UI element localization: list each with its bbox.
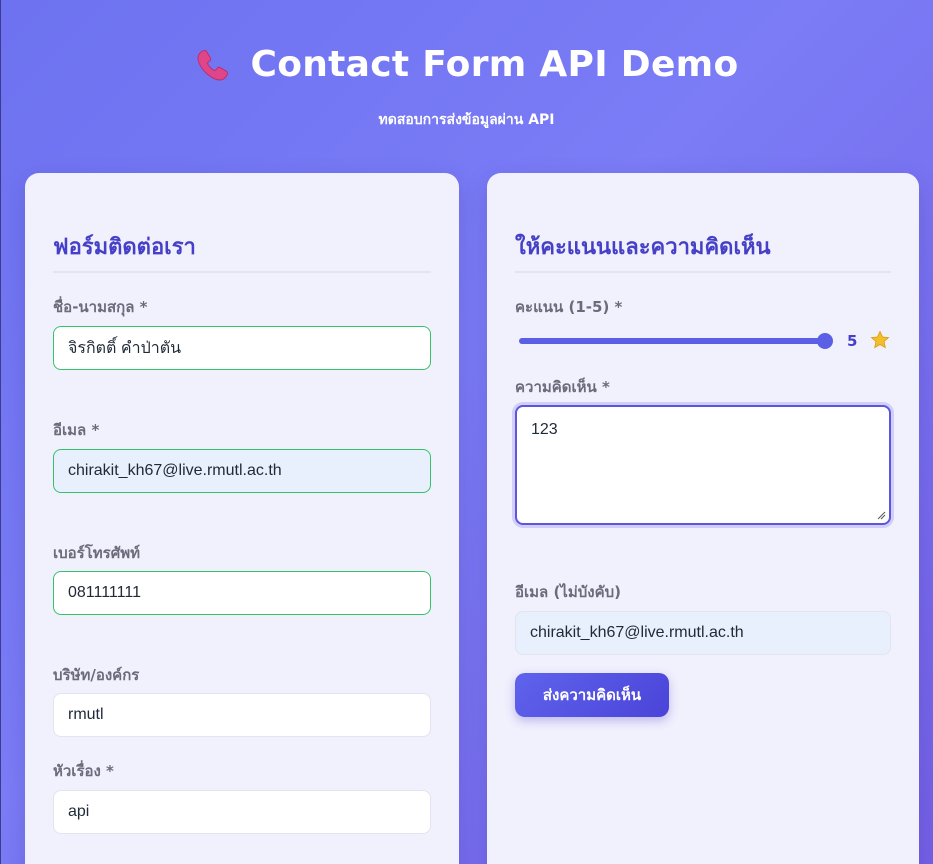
comment-textarea[interactable]: 123 bbox=[515, 405, 891, 525]
email-label: อีเมล * bbox=[53, 421, 100, 439]
feedback-email-input[interactable]: chirakit_kh67@live.rmutl.ac.th bbox=[515, 611, 891, 655]
phone-input[interactable]: 081111111 bbox=[53, 571, 431, 615]
rating-label: คะแนน (1-5) * bbox=[515, 298, 623, 316]
comment-textarea-value: 123 bbox=[531, 421, 558, 438]
submit-feedback-button[interactable]: ส่งความคิดเห็น bbox=[515, 673, 669, 717]
company-input[interactable]: rmutl bbox=[53, 693, 431, 737]
name-input-value: จิรกิตติ์ คำป่าตัน bbox=[68, 339, 182, 357]
contact-form-title: ฟอร์มติดต่อเรา bbox=[53, 235, 196, 260]
subject-input[interactable]: api bbox=[53, 790, 431, 834]
contact-form-card: ฟอร์มติดต่อเรา ชื่อ-นามสกุล * จิรกิตติ์ … bbox=[25, 173, 459, 864]
company-label: บริษัท/องค์กร bbox=[53, 666, 140, 684]
phone-input-value: 081111111 bbox=[68, 584, 141, 601]
subject-input-value: api bbox=[68, 803, 90, 820]
divider bbox=[515, 271, 891, 273]
feedback-form-title: ให้คะแนนและความคิดเห็น bbox=[515, 235, 771, 260]
feedback-email-input-value: chirakit_kh67@live.rmutl.ac.th bbox=[530, 624, 744, 641]
rating-slider[interactable]: 5 bbox=[515, 329, 891, 353]
star-icon bbox=[870, 330, 890, 349]
divider bbox=[53, 271, 431, 273]
rating-value: 5 bbox=[847, 332, 858, 350]
phone-label: เบอร์โทรศัพท์ bbox=[53, 544, 141, 562]
title-row: Contact Form API Demo bbox=[0, 44, 933, 85]
resize-grip-icon[interactable] bbox=[876, 510, 886, 520]
feedback-email-label: อีเมล (ไม่บังคับ) bbox=[515, 583, 621, 601]
rating-slider-thumb[interactable] bbox=[817, 333, 833, 349]
email-input-value: chirakit_kh67@live.rmutl.ac.th bbox=[68, 462, 282, 479]
subject-label: หัวเรื่อง * bbox=[53, 762, 114, 780]
company-input-value: rmutl bbox=[68, 706, 104, 723]
page-subtitle: ทดสอบการส่งข้อมูลผ่าน API bbox=[378, 112, 555, 128]
page-title: Contact Form API Demo bbox=[250, 44, 739, 85]
email-input[interactable]: chirakit_kh67@live.rmutl.ac.th bbox=[53, 449, 431, 493]
feedback-form-card: ให้คะแนนและความคิดเห็น คะแนน (1-5) * 5 ค… bbox=[487, 173, 919, 864]
phone-icon bbox=[197, 49, 229, 80]
page-header: Contact Form API Demo ทดสอบการส่งข้อมูลผ… bbox=[0, 44, 933, 131]
comment-label: ความคิดเห็น * bbox=[515, 378, 610, 396]
name-label: ชื่อ-นามสกุล * bbox=[53, 298, 148, 316]
name-input[interactable]: จิรกิตติ์ คำป่าตัน bbox=[53, 326, 431, 370]
rating-slider-track[interactable] bbox=[519, 338, 825, 344]
